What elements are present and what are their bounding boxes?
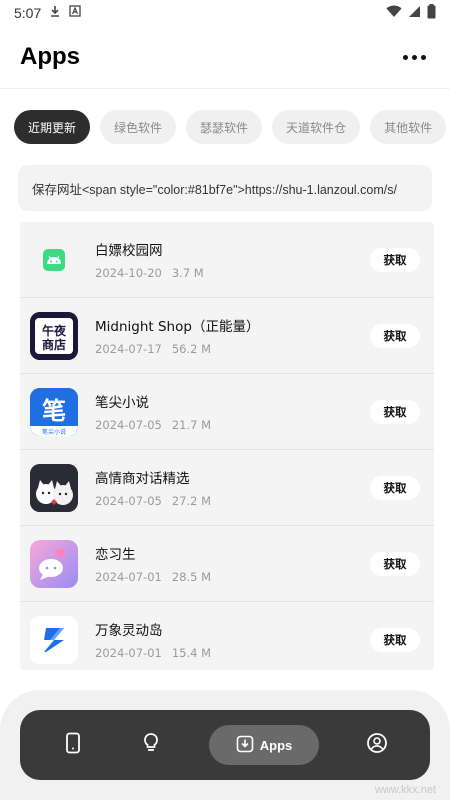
nav-apps-label: Apps: [259, 737, 293, 753]
get-button[interactable]: 获取: [370, 248, 420, 272]
tab-green-software[interactable]: 绿色软件: [100, 110, 177, 144]
download-status-icon: [49, 5, 61, 21]
app-meta: 2024-07-01 28.5 M: [95, 570, 211, 584]
app-size: 27.2 M: [171, 494, 212, 508]
app-size: 21.7 M: [171, 418, 212, 432]
app-meta: 2024-07-01 15.4 M: [95, 646, 211, 660]
app-row[interactable]: 笔 笔尖小说 笔尖小说 2024-07-05 21.7 M 获取: [20, 374, 434, 450]
signal-icon: [408, 5, 421, 22]
tab-sese-software[interactable]: 瑟瑟软件: [186, 110, 263, 144]
app-meta: 2024-07-17 56.2 M: [95, 342, 211, 356]
font-status-icon: [69, 5, 81, 21]
tab-other-software[interactable]: 其他软件: [370, 110, 447, 144]
app-meta: 2024-07-05 27.2 M: [95, 494, 211, 508]
phone-icon: [63, 732, 83, 758]
bijian-novel-icon: 笔 笔尖小说: [30, 388, 78, 436]
app-row[interactable]: 高情商对话精选 2024-07-05 27.2 M 获取: [20, 450, 434, 526]
midnight-shop-icon: 午夜 商店: [30, 312, 78, 360]
bulb-icon: [141, 732, 161, 758]
app-meta: 2024-07-05 21.7 M: [95, 418, 211, 432]
watermark: www.kkx.net: [374, 784, 436, 796]
profile-icon: [366, 732, 388, 758]
svg-text:商店: 商店: [42, 337, 66, 352]
nav-phone[interactable]: [53, 725, 93, 765]
tab-tiandao-repo[interactable]: 天道软件仓: [272, 110, 361, 144]
app-name: 白嫖校园网: [95, 243, 163, 259]
app-name: 笔尖小说: [95, 395, 149, 411]
app-date: 2024-07-05: [95, 494, 162, 508]
app-row[interactable]: 午夜 商店 Midnight Shop（正能量） 2024-07-17 56.2…: [20, 298, 434, 374]
get-button[interactable]: 获取: [370, 400, 420, 424]
app-size: 56.2 M: [171, 342, 212, 356]
header-divider: [0, 88, 450, 89]
app-size: 3.7 M: [171, 266, 204, 280]
get-button[interactable]: 获取: [370, 628, 420, 652]
notice-banner[interactable]: 保存网址<span style="color:#81bf7e">https://…: [18, 165, 432, 211]
app-header: Apps: [20, 40, 430, 74]
app-name: 万象灵动岛: [95, 623, 163, 639]
app-date: 2024-07-01: [95, 570, 162, 584]
app-date: 2024-07-05: [95, 418, 162, 432]
app-size: 28.5 M: [171, 570, 212, 584]
app-meta: 2024-10-20 3.7 M: [95, 266, 204, 280]
app-name: 恋习生: [95, 547, 136, 563]
android-icon: [30, 236, 78, 284]
dot-icon: [420, 54, 426, 60]
app-row[interactable]: 恋习生 2024-07-01 28.5 M 获取: [20, 526, 434, 602]
page-title: Apps: [20, 43, 80, 70]
app-row[interactable]: 万象灵动岛 2024-07-01 15.4 M 获取: [20, 602, 434, 670]
app-date: 2024-10-20: [95, 266, 162, 280]
svg-text:笔: 笔: [42, 396, 66, 425]
dot-icon: [402, 54, 408, 60]
app-date: 2024-07-17: [95, 342, 162, 356]
nav-profile[interactable]: [357, 725, 397, 765]
app-size: 15.4 M: [171, 646, 212, 660]
get-button[interactable]: 获取: [370, 324, 420, 348]
get-button[interactable]: 获取: [370, 552, 420, 576]
app-date: 2024-07-01: [95, 646, 162, 660]
more-options-button[interactable]: [398, 45, 430, 69]
app-name: 高情商对话精选: [95, 471, 190, 487]
notice-text: 保存网址<span style="color:#81bf7e">https://…: [32, 182, 397, 197]
wifi-icon: [386, 5, 402, 22]
svg-text:午夜: 午夜: [42, 323, 67, 338]
tab-recent-updates[interactable]: 近期更新: [14, 110, 91, 144]
cat-chat-icon: [30, 464, 78, 512]
battery-icon: [427, 3, 436, 23]
app-row[interactable]: 白嫖校园网 2024-10-20 3.7 M 获取: [20, 222, 434, 298]
nav-apps[interactable]: Apps: [209, 725, 319, 765]
status-bar: 5:07: [0, 0, 450, 26]
nav-bulb[interactable]: [131, 725, 171, 765]
app-name: Midnight Shop（正能量）: [95, 319, 260, 335]
app-list: 白嫖校园网 2024-10-20 3.7 M 获取 午夜 商店 Midnight…: [20, 222, 434, 670]
category-tabs: 近期更新 绿色软件 瑟瑟软件 天道软件仓 其他软件: [14, 110, 450, 144]
bottom-nav: Apps: [20, 710, 430, 780]
wanxiang-island-icon: [30, 616, 78, 664]
status-time: 5:07: [14, 5, 42, 21]
svg-text:笔尖小说: 笔尖小说: [42, 428, 66, 436]
download-icon: [236, 735, 254, 756]
dot-icon: [411, 54, 417, 60]
get-button[interactable]: 获取: [370, 476, 420, 500]
chat-bubble-icon: [30, 540, 78, 588]
